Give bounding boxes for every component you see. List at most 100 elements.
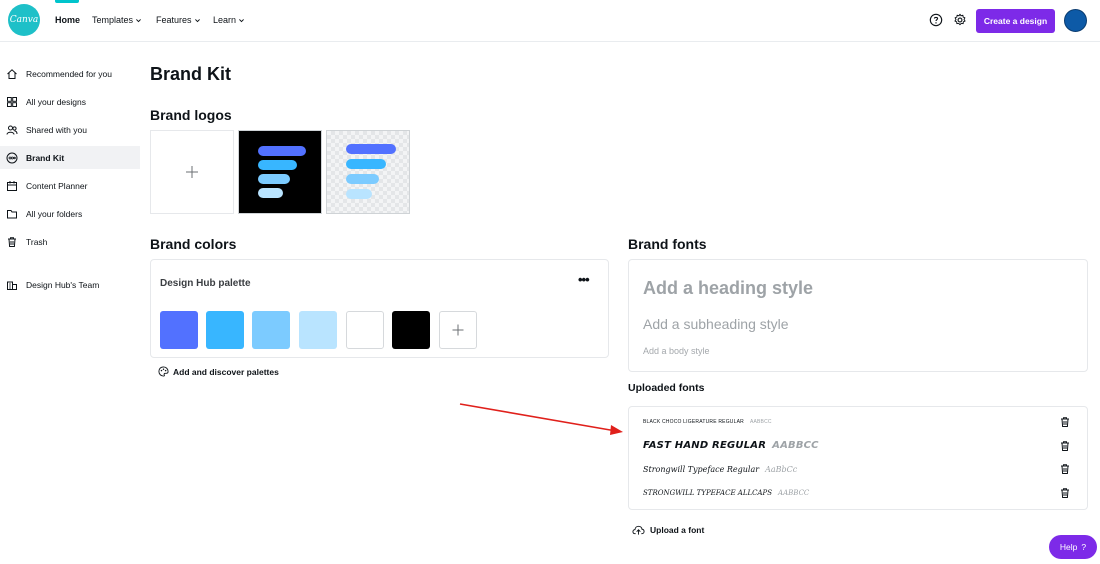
brand-logos-heading: Brand logos <box>150 107 232 123</box>
brand-logo-dark[interactable] <box>238 130 322 214</box>
sidebar-item-brand-kit[interactable]: Brand Kit <box>0 146 140 169</box>
home-icon <box>7 68 17 79</box>
color-swatch[interactable] <box>299 311 337 349</box>
sidebar-item-label: Recommended for you <box>26 68 112 79</box>
folder-icon <box>7 209 17 218</box>
logo-bar <box>346 174 379 184</box>
color-swatch[interactable] <box>392 311 430 349</box>
plus-icon <box>452 324 464 336</box>
chevron-down-icon <box>239 18 244 22</box>
add-discover-palettes-button[interactable]: Add and discover palettes <box>158 366 279 377</box>
people-icon <box>6 125 18 135</box>
help-label: Help <box>1059 542 1078 552</box>
font-sample: AaBbCc <box>765 464 798 474</box>
sidebar-item-label: All your designs <box>26 96 87 107</box>
font-sample: AABBCC <box>778 489 810 497</box>
color-swatch[interactable] <box>346 311 384 349</box>
upload-font-button[interactable]: Upload a font <box>632 524 704 536</box>
brand-fonts-card: Add a heading style Add a subheading sty… <box>628 259 1088 372</box>
logo-bar <box>258 160 297 170</box>
add-body-style[interactable]: Add a body style <box>643 346 710 356</box>
nav-learn[interactable]: Learn <box>213 15 245 25</box>
add-logo-button[interactable] <box>150 130 234 214</box>
list-item[interactable]: BLACK CHOCO LIGERATURE REGULAR AABBCC <box>643 415 772 429</box>
nav-learn-label: Learn <box>213 15 237 25</box>
color-swatch[interactable] <box>206 311 244 349</box>
add-subheading-style[interactable]: Add a subheading style <box>643 316 789 332</box>
grid-icon <box>7 96 17 107</box>
brand-colors-heading: Brand colors <box>150 236 237 252</box>
page-title: Brand Kit <box>150 64 231 84</box>
list-item[interactable]: STRONGWILL TYPEFACE ALLCAPS AABBCC <box>643 486 809 500</box>
nav-templates-label: Templates <box>92 15 134 25</box>
sidebar-item-team[interactable]: Design Hub's Team <box>0 273 140 296</box>
color-swatch[interactable] <box>160 311 198 349</box>
sidebar-item-trash[interactable]: Trash <box>0 230 140 253</box>
logo-bar <box>346 189 372 199</box>
logo-bar <box>258 188 283 198</box>
plus-icon <box>186 166 198 178</box>
font-name: FAST HAND REGULAR <box>643 439 767 451</box>
calendar-icon <box>7 180 17 191</box>
canva-logo[interactable]: Canva <box>8 4 40 36</box>
font-name: STRONGWILL TYPEFACE ALLCAPS <box>643 489 773 497</box>
chevron-down-icon <box>194 18 200 22</box>
nav-features-label: Features <box>156 15 192 25</box>
brand-kit-icon <box>6 152 18 163</box>
nav-templates[interactable]: Templates <box>92 15 142 25</box>
gear-icon[interactable] <box>953 13 967 27</box>
trash-icon[interactable] <box>1059 487 1071 499</box>
logo-bar <box>346 144 396 154</box>
add-color-button[interactable] <box>439 311 477 349</box>
top-bar: Canva Home Templates Features Learn Crea… <box>0 0 1100 42</box>
question-mark-icon: ? <box>1081 542 1087 552</box>
sidebar-item-label: All your folders <box>26 208 83 219</box>
nav-home-label: Home <box>55 15 81 25</box>
sidebar-item-label: Trash <box>26 236 48 247</box>
upload-font-label: Upload a font <box>650 525 705 535</box>
create-design-button[interactable]: Create a design <box>976 9 1055 33</box>
trash-icon[interactable] <box>1059 440 1071 452</box>
active-nav-indicator <box>55 0 79 3</box>
nav-home[interactable]: Home <box>55 15 80 25</box>
sidebar-item-all-designs[interactable]: All your designs <box>0 90 140 113</box>
logo-text: Canva <box>9 15 39 25</box>
trash-icon[interactable] <box>1059 416 1071 428</box>
brand-fonts-heading: Brand fonts <box>628 236 707 252</box>
sidebar-item-label: Design Hub's Team <box>26 279 100 290</box>
sidebar-item-label: Content Planner <box>26 180 88 191</box>
font-sample: AABBCC <box>749 419 772 425</box>
palette-name[interactable]: Design Hub palette <box>160 278 251 289</box>
sidebar-item-recommended[interactable]: Recommended for you <box>0 62 140 85</box>
list-item[interactable]: Strongwill Typeface Regular AaBbCc <box>643 462 797 476</box>
cloud-upload-icon <box>632 525 645 535</box>
sidebar-item-content-planner[interactable]: Content Planner <box>0 174 140 197</box>
more-options-icon[interactable]: ••• <box>578 272 590 287</box>
color-swatch[interactable] <box>252 311 290 349</box>
font-name: BLACK CHOCO LIGERATURE REGULAR <box>643 419 744 425</box>
help-button[interactable]: Help ? <box>1049 535 1097 559</box>
sidebar-item-label: Brand Kit <box>26 152 65 163</box>
nav-features[interactable]: Features <box>156 15 201 25</box>
font-sample: AABBCC <box>772 439 819 451</box>
sidebar-item-label: Shared with you <box>26 124 87 135</box>
logo-bar <box>258 174 290 184</box>
list-item[interactable]: FAST HAND REGULAR AABBCC <box>643 438 819 452</box>
font-name: Strongwill Typeface Regular <box>643 464 760 474</box>
sidebar-item-shared[interactable]: Shared with you <box>0 118 140 141</box>
palette-icon <box>158 366 169 377</box>
building-icon <box>7 281 17 290</box>
logo-bar <box>258 146 306 156</box>
annotation-arrow-icon <box>459 403 623 435</box>
trash-icon <box>8 236 16 247</box>
chevron-down-icon <box>136 18 141 22</box>
uploaded-fonts-list: BLACK CHOCO LIGERATURE REGULAR AABBCC FA… <box>628 406 1088 510</box>
logo-bar <box>346 159 386 169</box>
brand-logo-transparent[interactable] <box>326 130 410 214</box>
avatar[interactable] <box>1064 9 1087 32</box>
add-heading-style[interactable]: Add a heading style <box>643 278 813 299</box>
discover-palettes-label: Add and discover palettes <box>173 366 279 377</box>
sidebar-item-folders[interactable]: All your folders <box>0 202 140 225</box>
trash-icon[interactable] <box>1059 463 1071 475</box>
help-circle-icon[interactable] <box>929 13 943 27</box>
